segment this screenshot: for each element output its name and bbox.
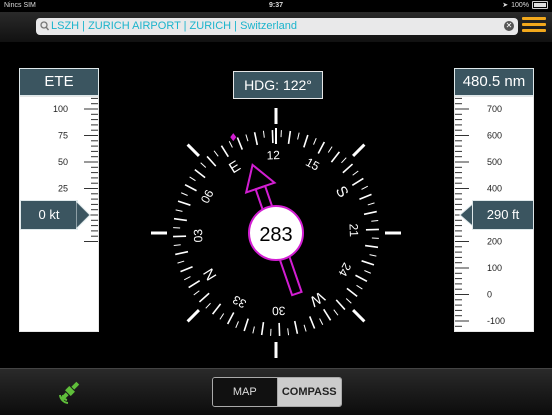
dial-label: N: [200, 265, 220, 283]
dial-tick: [318, 142, 324, 153]
dial-tick: [304, 325, 306, 332]
dial-label: 21: [347, 223, 361, 237]
dial-label: 12: [266, 148, 280, 162]
dial-tick: [324, 309, 331, 320]
dial-tick: [331, 152, 339, 162]
heading-label: HDG: 122°: [233, 71, 323, 99]
dial-tick: [194, 291, 200, 295]
bearing-readout: 283: [248, 205, 304, 261]
bearing-marker: [230, 133, 236, 141]
dial-tick: [207, 156, 216, 166]
dial-tick: [364, 271, 370, 274]
dial-tick: [246, 135, 248, 142]
bottom-bar: MAP COMPASS: [0, 368, 552, 415]
dial-label: 06: [198, 187, 217, 206]
dial-tick: [263, 131, 264, 138]
dial-tick: [310, 316, 315, 328]
dial-tick: [228, 312, 234, 323]
dial-tick: [185, 185, 196, 191]
dial-tick: [353, 171, 359, 175]
dial-tick: [371, 220, 378, 221]
view-mode-switch: MAP COMPASS: [212, 377, 342, 407]
dial-tick: [181, 193, 187, 196]
dial-tick: [352, 178, 363, 185]
dial-tick: [174, 245, 181, 246]
dial-tick: [341, 158, 346, 163]
dial-tick: [328, 147, 332, 153]
dial-tick: [253, 327, 255, 334]
dial-tick: [357, 285, 363, 289]
map-tab[interactable]: MAP: [213, 378, 278, 406]
dial-tick: [347, 288, 357, 296]
dial-tick: [314, 138, 317, 144]
dial-tick: [190, 177, 196, 181]
dial-tick: [365, 246, 378, 248]
dial-tick: [362, 186, 368, 189]
dial-tick: [237, 138, 242, 150]
dial-label: 30: [271, 304, 285, 318]
dial-tick: [229, 141, 232, 147]
dial-tick: [174, 219, 187, 221]
dial-label: 33: [230, 292, 249, 311]
dial-tick: [334, 310, 338, 316]
dial-tick: [336, 300, 345, 310]
bezel-mark: [188, 310, 199, 321]
dial-tick: [298, 133, 300, 140]
dial-tick: [214, 151, 218, 157]
dial-tick: [295, 321, 298, 334]
dial-tick: [320, 319, 323, 325]
dial-tick: [262, 322, 264, 335]
dial-tick: [189, 281, 200, 288]
dial-tick: [175, 252, 188, 255]
dial-tick: [288, 328, 289, 335]
dial-label: S: [332, 183, 352, 201]
dial-tick: [346, 298, 351, 303]
dial-label: 03: [191, 228, 205, 242]
dial-label: W: [306, 288, 328, 310]
dial-tick: [176, 210, 183, 212]
dial-tick: [343, 164, 353, 173]
dial-tick: [206, 303, 211, 308]
dial-tick: [178, 261, 185, 263]
dial-tick: [362, 261, 374, 265]
dial-tick: [201, 163, 206, 168]
dial-label: E: [226, 157, 244, 177]
dial-tick: [181, 267, 193, 272]
bezel-mark: [353, 145, 364, 156]
dial-tick: [184, 277, 190, 280]
compass-tab[interactable]: COMPASS: [278, 378, 342, 406]
dial-tick: [370, 255, 377, 257]
dial-tick: [220, 314, 224, 320]
dial-tick: [355, 275, 366, 281]
dial-tick: [213, 304, 221, 314]
dial-tick: [359, 194, 371, 199]
dial-label: 24: [335, 260, 354, 279]
dial-tick: [221, 146, 228, 157]
bezel-mark: [353, 310, 364, 321]
dial-tick: [178, 201, 190, 205]
dial-tick: [244, 319, 248, 331]
dial-tick: [289, 131, 291, 144]
dial-tick: [195, 170, 205, 178]
dial-tick: [255, 132, 258, 145]
gps-satellite-icon[interactable]: [56, 377, 84, 405]
dial-tick: [236, 321, 239, 327]
dial-tick: [364, 212, 377, 215]
dial-tick: [304, 135, 308, 147]
bezel-mark: [188, 145, 199, 156]
dial-tick: [368, 203, 375, 205]
dial-label: 15: [303, 155, 322, 174]
dial-tick: [199, 293, 209, 302]
